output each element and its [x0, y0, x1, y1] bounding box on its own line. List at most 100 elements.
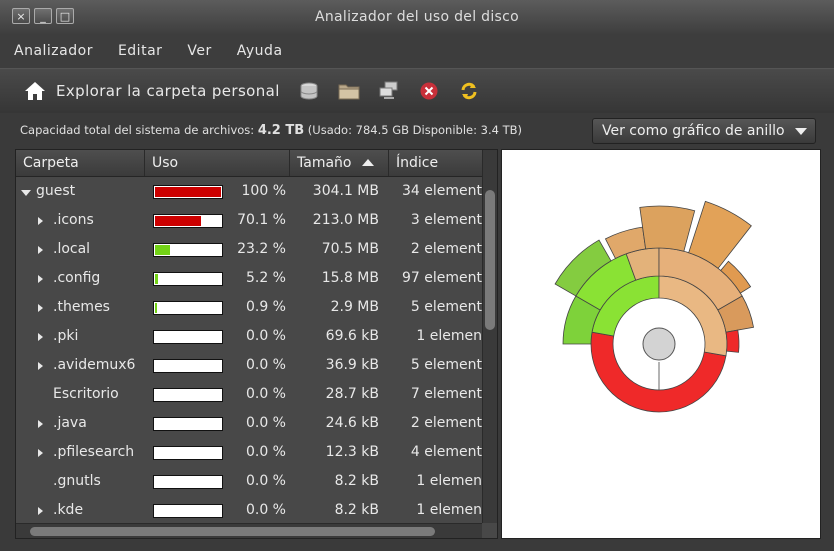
table-row[interactable]: .themes 0.9 % 2.9 MB 5 element: [16, 293, 482, 322]
usage-bar: [153, 214, 223, 228]
folder-name: .pki: [53, 328, 79, 344]
usage-bar-fill: [155, 187, 221, 197]
column-header-carpeta[interactable]: Carpeta: [16, 150, 145, 176]
usage-percent: 70.1 %: [237, 212, 286, 228]
vertical-scrollbar-thumb[interactable]: [485, 190, 495, 330]
used-label: (Usado:: [304, 123, 356, 137]
ring-segment-tail[interactable]: [725, 329, 740, 353]
ring-segment-d4c[interactable]: [639, 205, 696, 252]
expander-closed-icon[interactable]: [38, 362, 43, 370]
refresh-button[interactable]: [458, 80, 480, 102]
folder-item-count: 2 element: [410, 241, 482, 257]
capacity-label: Capacidad total del sistema de archivos:: [20, 123, 258, 137]
toolbar: Explorar la carpeta personal: [0, 68, 834, 114]
menu-ver[interactable]: Ver: [173, 43, 222, 59]
ring-center[interactable]: [642, 327, 676, 361]
scan-remote-button[interactable]: [378, 80, 400, 102]
usage-bar: [153, 417, 223, 431]
expander-closed-icon[interactable]: [38, 420, 43, 428]
folder-name: guest: [36, 183, 76, 199]
folder-item-count: 3 element: [410, 212, 482, 228]
expander-open-icon[interactable]: [21, 190, 31, 196]
tree-rows: guest 100 % 304.1 MB 34 element .icons 70.1 %…: [16, 177, 482, 525]
folder-name: .pfilesearch: [53, 444, 135, 460]
view-mode-dropdown[interactable]: Ver como gráfico de anillo: [592, 118, 816, 144]
ring-chart[interactable]: [501, 149, 821, 539]
usage-bar-fill: [155, 245, 170, 255]
column-header-tamano[interactable]: Tamaño: [290, 150, 389, 176]
free-value: 3.4 TB): [480, 123, 522, 137]
folder-name: Escritorio: [53, 386, 119, 402]
usage-bar: [153, 330, 223, 344]
usage-bar: [153, 185, 223, 199]
table-row[interactable]: .config 5.2 % 15.8 MB 97 element: [16, 264, 482, 293]
usage-percent: 23.2 %: [237, 241, 286, 257]
expander-closed-icon[interactable]: [38, 333, 43, 341]
view-mode-label: Ver como gráfico de anillo: [602, 123, 785, 139]
folder-item-count: 2 element: [410, 415, 482, 431]
usage-bar-fill: [155, 274, 158, 284]
table-row[interactable]: .gnutls 0.0 % 8.2 kB 1 elemen: [16, 467, 482, 496]
table-row[interactable]: .icons 70.1 % 213.0 MB 3 element: [16, 206, 482, 235]
table-row[interactable]: .pfilesearch 0.0 % 12.3 kB 4 element: [16, 438, 482, 467]
table-row[interactable]: Escritorio 0.0 % 28.7 kB 7 element: [16, 380, 482, 409]
expander-closed-icon[interactable]: [38, 275, 43, 283]
folder-item-count: 97 element: [402, 270, 482, 286]
menu-editar[interactable]: Editar: [104, 43, 173, 59]
usage-percent: 5.2 %: [245, 270, 286, 286]
horizontal-scrollbar-thumb[interactable]: [30, 527, 435, 536]
menu-ayuda[interactable]: Ayuda: [223, 43, 294, 59]
free-label: Disponible:: [409, 123, 481, 137]
expander-closed-icon[interactable]: [38, 449, 43, 457]
usage-bar-fill: [155, 216, 201, 226]
app-window: × _ □ Analizador del uso del disco Anali…: [0, 0, 834, 551]
scan-home-button[interactable]: Explorar la carpeta personal: [24, 81, 280, 101]
folder-size: 28.7 kB: [325, 386, 379, 402]
horizontal-scrollbar[interactable]: [16, 523, 482, 538]
folder-name: .avidemux6: [53, 357, 136, 373]
expander-closed-icon[interactable]: [38, 304, 43, 312]
expander-closed-icon[interactable]: [38, 246, 43, 254]
sort-ascending-icon: [362, 159, 374, 166]
folder-item-count: 5 element: [410, 299, 482, 315]
table-row[interactable]: .java 0.0 % 24.6 kB 2 element: [16, 409, 482, 438]
usage-percent: 0.0 %: [245, 328, 286, 344]
table-row[interactable]: .local 23.2 % 70.5 MB 2 element: [16, 235, 482, 264]
table-row[interactable]: .avidemux6 0.0 % 36.9 kB 5 element: [16, 351, 482, 380]
stop-icon: [420, 82, 438, 100]
usage-percent: 0.0 %: [245, 502, 286, 518]
folder-item-count: 5 element: [410, 357, 482, 373]
window-title: Analizador del uso del disco: [315, 9, 519, 25]
folder-name: .themes: [53, 299, 110, 315]
scan-folder-button[interactable]: [338, 80, 360, 102]
folder-size: 213.0 MB: [312, 212, 379, 228]
folder-name: .config: [53, 270, 101, 286]
table-row[interactable]: .pki 0.0 % 69.6 kB 1 elemen: [16, 322, 482, 351]
usage-percent: 100 %: [241, 183, 286, 199]
home-icon: [25, 82, 45, 100]
usage-bar: [153, 446, 223, 460]
refresh-icon: [461, 82, 477, 100]
table-row[interactable]: guest 100 % 304.1 MB 34 element: [16, 177, 482, 206]
column-header-indice[interactable]: Índice: [389, 150, 482, 176]
folder-size: 304.1 MB: [312, 183, 379, 199]
expander-closed-icon[interactable]: [38, 507, 43, 515]
usage-bar: [153, 301, 223, 315]
folder-name: .java: [53, 415, 87, 431]
capacity-info: Capacidad total del sistema de archivos:…: [20, 123, 522, 138]
scan-filesystem-button[interactable]: [298, 80, 320, 102]
table-row[interactable]: .kde 0.0 % 8.2 kB 1 elemen: [16, 496, 482, 525]
menu-analizador[interactable]: Analizador: [0, 43, 104, 59]
folder-size: 70.5 MB: [321, 241, 379, 257]
ring-chart-canvas[interactable]: [502, 150, 820, 538]
usage-bar: [153, 272, 223, 286]
expander-closed-icon[interactable]: [38, 217, 43, 225]
used-value: 784.5 GB: [355, 123, 410, 137]
disk-icon: [300, 82, 318, 100]
stop-scan-button[interactable]: [418, 80, 440, 102]
column-header-uso[interactable]: Uso: [145, 150, 290, 176]
folder-size: 24.6 kB: [325, 415, 379, 431]
folder-item-count: 1 elemen: [416, 502, 482, 518]
vertical-scrollbar[interactable]: [482, 150, 497, 523]
usage-percent: 0.0 %: [245, 386, 286, 402]
